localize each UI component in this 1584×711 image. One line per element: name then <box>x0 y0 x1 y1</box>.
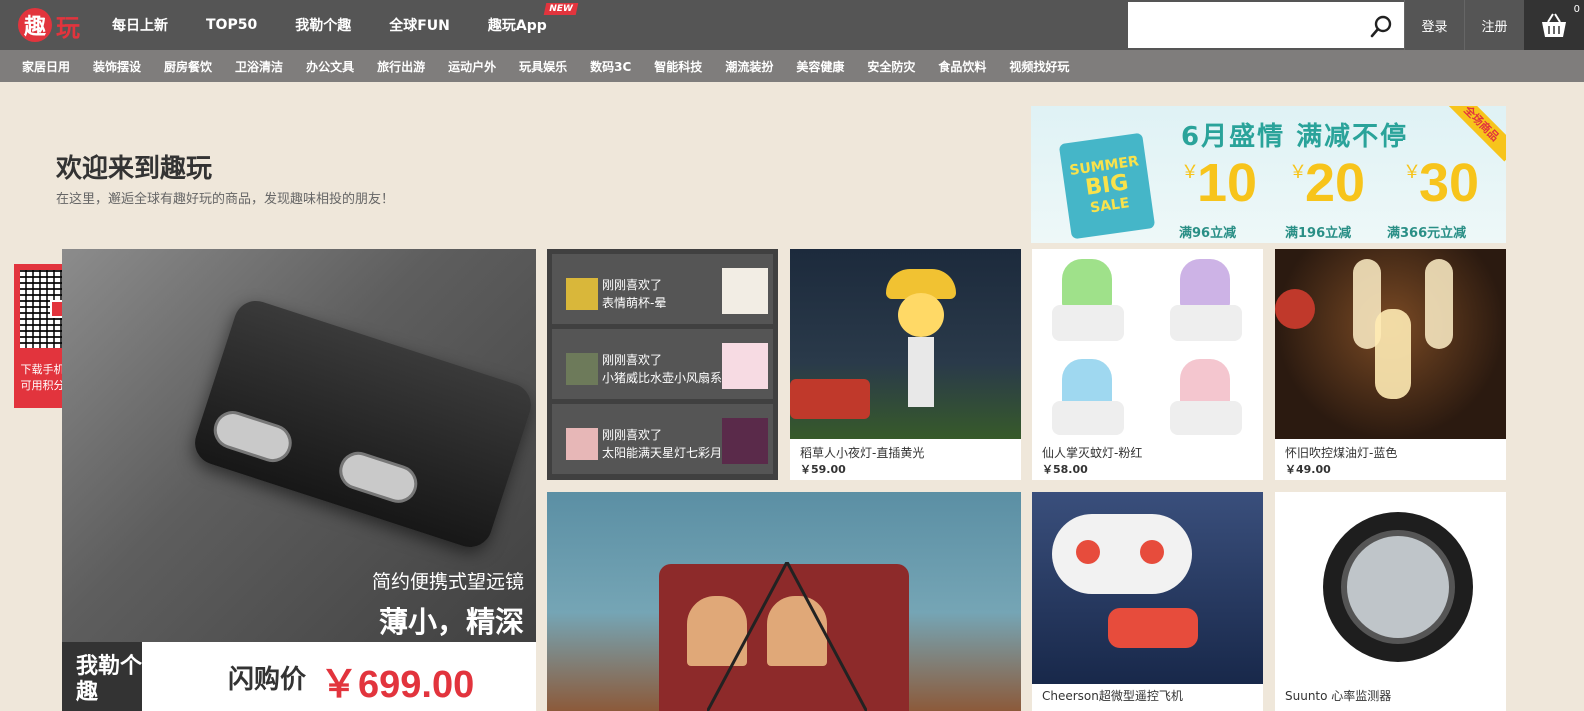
category-item[interactable]: 卫浴清洁 <box>235 58 283 75</box>
search-input[interactable] <box>1128 2 1404 48</box>
promo-condition: 满96立减 <box>1179 226 1237 241</box>
lens-right <box>334 446 423 508</box>
activity-product: 小猪威比水壶小风扇系 <box>602 371 723 385</box>
product-name: 稻草人小夜灯-直插黄光 <box>800 446 925 460</box>
activity-item[interactable]: 刚刚喜欢了 太阳能满天星灯七彩月 <box>552 404 773 474</box>
logo-mark: 趣 <box>18 8 52 42</box>
hero-caption: 简约便携式望远镜 <box>371 571 524 593</box>
promo-amount: 30 <box>1419 153 1480 213</box>
product-card[interactable]: 怀旧吹控煤油灯-蓝色 ￥49.00 <box>1275 249 1506 480</box>
product-card[interactable]: 仙人掌灭蚊灯-粉红 ￥58.00 <box>1032 249 1263 480</box>
category-item[interactable]: 智能科技 <box>654 58 702 75</box>
activity-action: 刚刚喜欢了 <box>602 278 663 292</box>
product-image <box>1275 249 1506 439</box>
category-item[interactable]: 安全防灾 <box>867 58 915 75</box>
product-image <box>1275 492 1506 684</box>
hero-slogan: 薄小，精深 <box>378 605 524 639</box>
cart-count: 0 <box>1573 4 1580 15</box>
cart-button[interactable]: 0 <box>1524 0 1584 50</box>
activity-item[interactable]: 刚刚喜欢了 小猪威比水壶小风扇系 <box>552 329 773 399</box>
category-item[interactable]: 运动户外 <box>448 58 496 75</box>
activity-action: 刚刚喜欢了 <box>602 428 663 442</box>
product-price: ￥58.00 <box>1042 463 1088 476</box>
category-item[interactable]: 家居日用 <box>22 58 70 75</box>
binoculars-image <box>189 295 536 553</box>
activity-product: 表情萌杯-晕 <box>602 296 667 310</box>
category-bar: 家居日用 装饰摆设 厨房餐饮 卫浴清洁 办公文具 旅行出游 运动户外 玩具娱乐 … <box>0 50 1584 82</box>
summer-sale-bag: SUMMER BIG SALE <box>1058 132 1156 240</box>
nav-item-daily-new[interactable]: 每日上新 <box>112 15 168 35</box>
main-nav: 每日上新 TOP50 我勒个趣 全球FUN 趣玩App NEW <box>112 0 585 50</box>
product-image <box>1032 492 1263 684</box>
activity-action: 刚刚喜欢了 <box>602 353 663 367</box>
category-item[interactable]: 数码3C <box>590 58 631 75</box>
category-item[interactable]: 旅行出游 <box>377 58 425 75</box>
nav-item-app[interactable]: 趣玩App NEW <box>487 3 579 35</box>
product-card[interactable]: 稻草人小夜灯-直插黄光 ￥59.00 <box>790 249 1021 480</box>
activity-product: 太阳能满天星灯七彩月 <box>602 446 723 460</box>
nav-item-app-label: 趣玩App <box>487 18 547 34</box>
promo-condition: 满366元立减 <box>1387 226 1467 241</box>
auth-buttons: 登录 注册 <box>1404 0 1524 50</box>
hero-price: ￥699.00 <box>320 664 475 706</box>
category-item[interactable]: 视频找好玩 <box>1009 58 1069 75</box>
activity-thumb <box>722 418 768 464</box>
nav-item-top50[interactable]: TOP50 <box>206 17 257 33</box>
product-name: 仙人掌灭蚊灯-粉红 <box>1042 446 1143 460</box>
welcome-subtitle: 在这里，邂逅全球有趣好玩的商品，发现趣味相投的朋友！ <box>56 192 395 207</box>
activity-item[interactable]: 刚刚喜欢了 表情萌杯-晕 <box>552 254 773 324</box>
promo-banner[interactable]: SUMMER BIG SALE 6月盛情 满减不停 全场商品 ￥ 10 满96立… <box>1031 106 1506 243</box>
nav-item-wolegequ[interactable]: 我勒个趣 <box>295 15 351 35</box>
promo-amount: 20 <box>1305 153 1366 213</box>
product-name: Suunto 心率监测器 <box>1285 689 1392 703</box>
search-icon[interactable] <box>1370 14 1394 38</box>
category-item[interactable]: 办公文具 <box>306 58 354 75</box>
new-badge: NEW <box>543 3 579 15</box>
category-item[interactable]: 潮流装扮 <box>725 58 773 75</box>
activity-feed: 刚刚喜欢了 表情萌杯-晕 刚刚喜欢了 小猪威比水壶小风扇系 刚刚喜欢了 太阳能满… <box>547 249 778 480</box>
category-item[interactable]: 装饰摆设 <box>93 58 141 75</box>
category-item[interactable]: 厨房餐饮 <box>164 58 212 75</box>
product-name: 怀旧吹控煤油灯-蓝色 <box>1285 446 1398 460</box>
category-item[interactable]: 美容健康 <box>796 58 844 75</box>
category-item[interactable]: 玩具娱乐 <box>519 58 567 75</box>
hero-tag: 我勒个趣 <box>62 642 142 711</box>
activity-thumb <box>722 268 768 314</box>
promo-condition: 满196立减 <box>1285 226 1352 241</box>
avatar <box>566 353 598 385</box>
avatar <box>566 428 598 460</box>
hero-feature[interactable]: 简约便携式望远镜 薄小，精深 我勒个趣 闪购价 ￥699.00 <box>62 249 536 711</box>
site-logo[interactable]: 趣 玩 <box>18 6 96 44</box>
product-name: Cheerson超微型遥控飞机 <box>1042 689 1183 703</box>
product-image <box>790 249 1021 439</box>
lens-left <box>208 406 297 467</box>
top-nav-bar: 趣 玩 每日上新 TOP50 我勒个趣 全球FUN 趣玩App NEW 登录 注… <box>0 0 1584 50</box>
promo-headline: 6月盛情 满减不停 <box>1181 122 1409 152</box>
logo-text: 玩 <box>56 13 80 42</box>
flash-sale-label: 闪购价 <box>228 665 307 695</box>
activity-thumb <box>722 343 768 389</box>
login-button[interactable]: 登录 <box>1404 0 1464 50</box>
product-image <box>1032 249 1263 439</box>
register-button[interactable]: 注册 <box>1464 0 1524 50</box>
product-price: ￥49.00 <box>1285 463 1331 476</box>
toaster-feature[interactable] <box>547 492 1021 711</box>
avatar <box>566 278 598 310</box>
nav-item-global-fun[interactable]: 全球FUN <box>389 15 450 35</box>
triangle-graphic <box>707 562 867 711</box>
category-item[interactable]: 食品饮料 <box>938 58 986 75</box>
product-card[interactable]: Suunto 心率监测器 <box>1275 492 1506 711</box>
product-card[interactable]: Cheerson超微型遥控飞机 <box>1032 492 1263 711</box>
basket-icon <box>1542 13 1566 37</box>
product-price: ￥59.00 <box>800 463 846 476</box>
promo-amount: 10 <box>1197 153 1258 213</box>
welcome-title: 欢迎来到趣玩 <box>56 154 213 184</box>
